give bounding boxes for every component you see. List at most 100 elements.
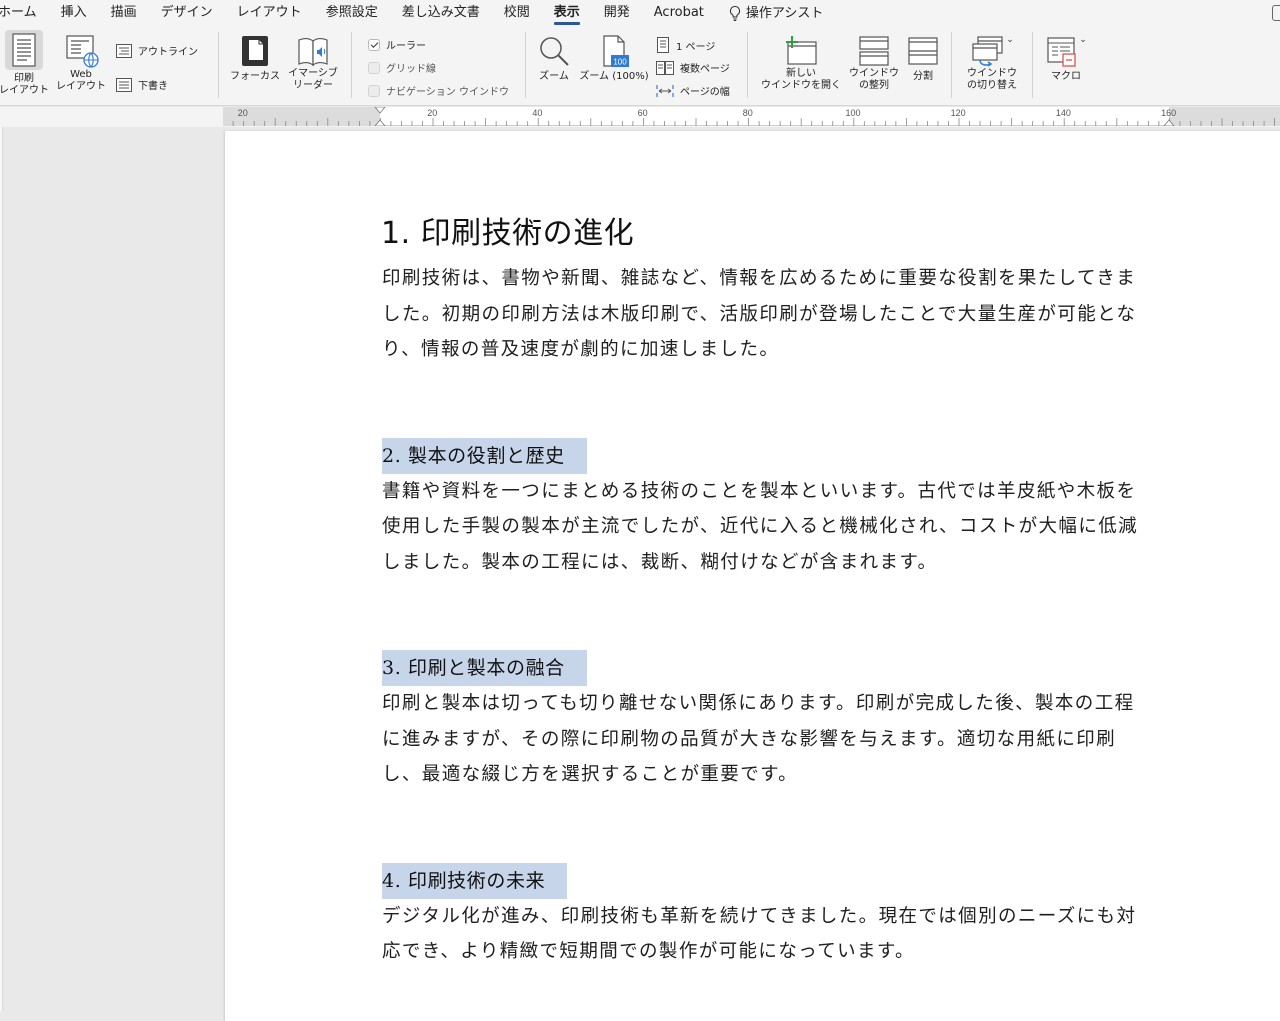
ribbon-separator (951, 32, 952, 98)
assist-label: 操作アシスト (745, 5, 824, 21)
heading-4-highlighted[interactable]: 4. 印刷技術の未来 (382, 862, 568, 899)
arrange-windows-icon (859, 36, 889, 66)
tab-view[interactable]: 表示 (553, 0, 580, 26)
text-line: り、情報の普及速度が劇的に加速しました。 (382, 339, 780, 360)
heading-4-row: 4. 印刷技術の未来 (382, 862, 1172, 899)
lightbulb-icon (729, 5, 740, 21)
outline-button[interactable]: アウトライン (116, 43, 198, 58)
arrange-windows-label: ウインドウ の整列 (849, 68, 899, 91)
nav-pane-checkbox[interactable]: ナビゲーション ウインドウ (368, 83, 509, 98)
arrange-windows-button[interactable]: ウインドウ の整列 (846, 34, 902, 92)
chevron-down-icon[interactable]: ⌄ (1079, 34, 1087, 46)
draft-icon (116, 77, 132, 92)
paragraph-3[interactable]: 印刷と製本は切っても切り離せない関係にあります。印刷が完成した後、製本の工程 に… (382, 686, 1172, 793)
page-width-button[interactable]: ページの幅 (656, 83, 730, 98)
text-line: 印刷技術は、書物や新聞、雑誌など、情報を広めるために重要な役割を果たしてきま (382, 268, 1137, 289)
tab-insert[interactable]: 挿入 (61, 0, 87, 26)
share-icon[interactable] (1272, 5, 1280, 21)
split-button[interactable]: 分割 (904, 34, 942, 83)
focus-icon (242, 36, 268, 66)
switch-windows-icon (972, 36, 1003, 67)
print-layout-button[interactable]: 印刷 レイアウト (0, 30, 49, 97)
nav-pane-checkbox-label: ナビゲーション ウインドウ (386, 87, 509, 98)
tab-references[interactable]: 参照設定 (326, 0, 378, 26)
zoom-100-button[interactable]: 100 ズーム (100%) (578, 34, 650, 83)
new-window-button[interactable]: 新しい ウインドウを開く (756, 34, 846, 92)
macros-icon-group: ⌄ (1045, 34, 1087, 68)
ruler-label: 60 (638, 108, 648, 118)
outline-label: アウトライン (138, 47, 198, 58)
heading-3-highlighted[interactable]: 3. 印刷と製本の融合 (382, 650, 587, 686)
new-window-icon (786, 36, 817, 65)
horizontal-ruler[interactable]: 20 20 40 60 80 100 120 140 160 (223, 107, 1280, 126)
tab-acrobat[interactable]: Acrobat (654, 0, 704, 26)
switch-windows-label: ウインドウ の切り替え (967, 68, 1017, 91)
print-layout-icon-wrap (5, 30, 43, 70)
immersive-reader-icon (298, 38, 328, 67)
page-width-icon (656, 84, 674, 97)
paragraph-1[interactable]: 印刷技術は、書物や新聞、雑誌など、情報を広めるために重要な役割を果たしてきま し… (382, 261, 1172, 368)
split-icon (908, 37, 938, 65)
ruler-checkbox-box[interactable] (368, 38, 380, 51)
tell-me-assist[interactable]: 操作アシスト (728, 0, 823, 26)
text-line: した。初期の印刷方法は木版印刷で、活版印刷が登場したことで大量生産が可能とな (382, 303, 1137, 325)
tab-draw[interactable]: 描画 (111, 0, 137, 26)
multiple-pages-label: 複数ページ (680, 64, 730, 75)
switch-windows-button[interactable]: ⌄ ウインドウ の切り替え (960, 34, 1024, 92)
right-indent-marker (1163, 119, 1175, 126)
zoom-100-badge: 100 (613, 58, 627, 67)
page-width-label: ページの幅 (680, 87, 730, 98)
ruler-ticks: 20 20 40 60 80 100 120 140 160 (232, 107, 1275, 126)
tab-design[interactable]: デザイン (161, 0, 213, 26)
text-line: 応でき、より精緻で短期間での製作が可能になっています。 (382, 941, 915, 962)
gridlines-checkbox-box[interactable] (368, 61, 380, 74)
web-layout-icon (66, 35, 99, 68)
ribbon-view: 印刷 レイアウト Web レイアウト アウトライン 下書き フォーカス イマーシ… (0, 26, 1280, 106)
text-line: に進みますが、その際に印刷物の品質が大きな影響を与えます。適切な用紙に印刷 (382, 728, 1117, 750)
gridlines-checkbox[interactable]: グリッド線 (368, 60, 436, 75)
immersive-reader-button[interactable]: イマーシブ リーダー (286, 34, 340, 92)
ribbon-separator (525, 32, 526, 98)
ruler-label: 160 (1161, 108, 1176, 118)
macros-icon (1047, 37, 1076, 67)
ruler-label: 100 (845, 108, 860, 118)
ruler-label: 20 (238, 108, 248, 118)
ribbon-separator (351, 32, 352, 98)
web-layout-button[interactable]: Web レイアウト (56, 33, 106, 93)
draft-button[interactable]: 下書き (116, 77, 168, 92)
document-title[interactable]: 1. 印刷技術の進化 (381, 207, 1172, 261)
document-body[interactable]: 1. 印刷技術の進化 印刷技術は、書物や新聞、雑誌など、情報を広めるために重要な… (381, 207, 1172, 970)
focus-button[interactable]: フォーカス (228, 34, 282, 83)
ruler-checkbox[interactable]: ルーラー (368, 37, 426, 52)
tab-layout[interactable]: レイアウト (237, 0, 302, 26)
print-layout-label: 印刷 レイアウト (0, 73, 49, 96)
tab-home[interactable]: ホーム (0, 0, 37, 26)
tab-review[interactable]: 校閲 (504, 0, 530, 26)
multiple-pages-button[interactable]: 複数ページ (656, 60, 730, 75)
chevron-down-icon[interactable]: ⌄ (1006, 34, 1014, 46)
text-line: しました。製本の工程には、裁断、糊付けなどが含まれます。 (382, 551, 938, 573)
draft-label: 下書き (138, 81, 168, 92)
ruler-checkbox-label: ルーラー (386, 41, 426, 52)
outline-icon (116, 43, 132, 58)
nav-pane-checkbox-box[interactable] (368, 84, 380, 97)
web-layout-label: Web レイアウト (56, 69, 106, 92)
switch-windows-icon-group: ⌄ (970, 34, 1014, 68)
split-label: 分割 (913, 71, 933, 82)
macros-button[interactable]: ⌄ マクロ (1040, 34, 1092, 83)
tab-developer[interactable]: 開発 (604, 0, 630, 26)
ruler-label: 120 (951, 108, 966, 118)
macros-label: マクロ (1051, 71, 1081, 82)
tab-mailings[interactable]: 差し込み文書 (402, 0, 480, 26)
paragraph-2[interactable]: 書籍や資料を一つにまとめる技術のことを製本といいます。古代では羊皮紙や木板を 使… (382, 474, 1172, 581)
text-line: 使用した手製の製本が主流でしたが、近代に入ると機械化され、コストが大幅に低減 (382, 516, 1139, 537)
multiple-pages-icon (656, 60, 674, 75)
text-line: 書籍や資料を一つにまとめる技術のことを製本といいます。古代では羊皮紙や木板を (382, 480, 1137, 502)
paragraph-4[interactable]: デジタル化が進み、印刷技術も革新を続けてきました。現在では個別のニーズにも対 応… (382, 899, 1172, 970)
heading-2-row: 2. 製本の役割と歴史 (382, 437, 1172, 474)
one-page-button[interactable]: 1 ページ (656, 37, 715, 53)
heading-2-highlighted[interactable]: 2. 製本の役割と歴史 (382, 437, 587, 474)
one-page-icon (657, 37, 669, 53)
ribbon-separator (218, 32, 219, 98)
zoom-button[interactable]: ズーム (534, 34, 574, 83)
